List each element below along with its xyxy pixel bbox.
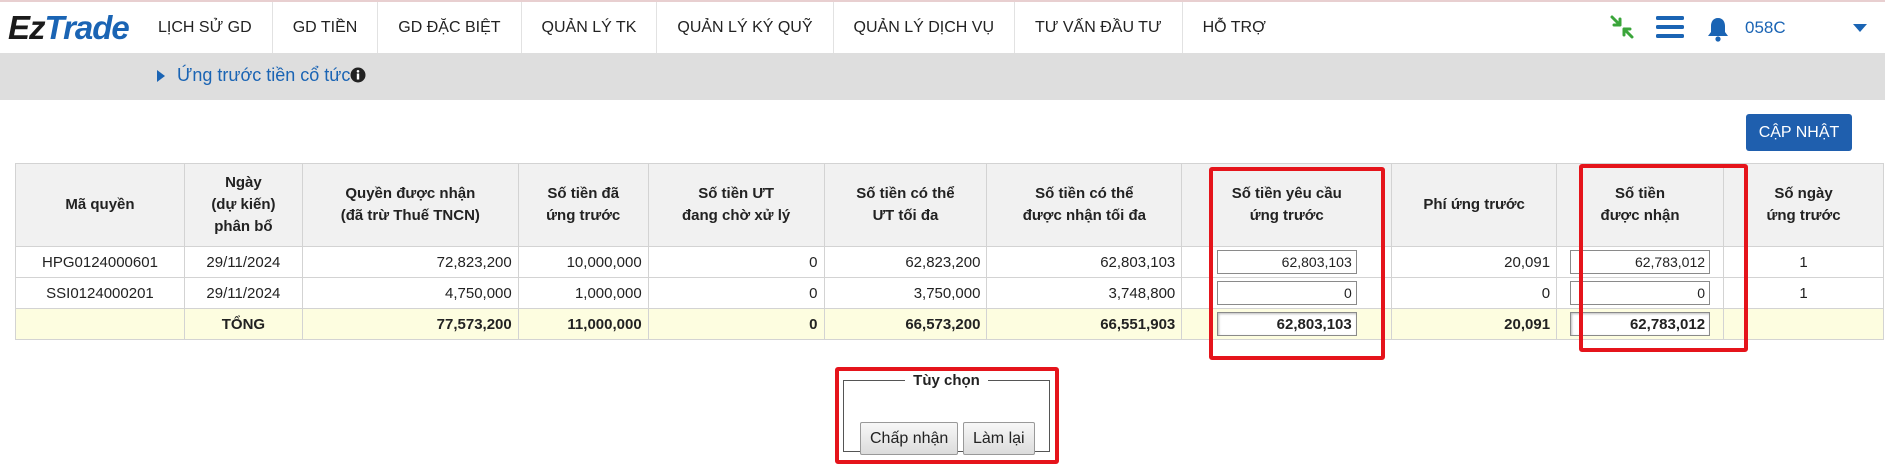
- request-amount-input[interactable]: [1216, 281, 1357, 305]
- col-header-request-amount[interactable]: Số tiền yêu cầu ứng trước: [1181, 163, 1393, 247]
- dividend-advance-table: Mã quyền Ngày (dự kiến) phân bổ Quyền được…: [15, 163, 1884, 340]
- cell-allocation-date: 29/11/2024: [183, 277, 303, 309]
- cell-advance-fee: 0: [1391, 277, 1558, 309]
- nav-item-account-management[interactable]: QUẢN LÝ TK: [522, 2, 658, 53]
- col-header-advanced-amount[interactable]: Số tiền đã ứng trước: [517, 163, 649, 247]
- cell-advanced-amount: 10,000,000: [517, 246, 649, 278]
- col-header-pending-amount[interactable]: Số tiền ƯT đang chờ xử lý: [647, 163, 825, 247]
- total-received-input: [1570, 312, 1711, 336]
- cell-total-label: TỔNG: [183, 308, 303, 340]
- table-row[interactable]: HPG0124000601 29/11/2024 72,823,200 10,0…: [15, 246, 1884, 278]
- logo-part-trade: Trade: [44, 9, 130, 46]
- col-header-max-receivable[interactable]: Số tiền có thể được nhận tối đa: [986, 163, 1183, 247]
- cell-total-fee: 20,091: [1391, 308, 1558, 340]
- cell-advance-days: 1: [1723, 246, 1884, 278]
- total-row: TỔNG 77,573,200 11,000,000 0 66,573,200 …: [15, 308, 1884, 340]
- cell-pending-amount: 0: [647, 246, 825, 278]
- cell-entitled-amount: 4,750,000: [301, 277, 519, 309]
- cell-max-receivable: 62,803,103: [986, 246, 1183, 278]
- collapse-arrows-icon[interactable]: [1609, 14, 1635, 45]
- update-button[interactable]: CẬP NHẬT: [1746, 114, 1852, 151]
- cell-max-receivable: 3,748,800: [986, 277, 1183, 309]
- options-legend: Tùy chọn: [913, 372, 980, 389]
- col-header-advance-fee[interactable]: Phí ứng trước: [1391, 163, 1558, 247]
- cell-total-max-receivable: 66,551,903: [986, 308, 1183, 340]
- table-row[interactable]: SSI0124000201 29/11/2024 4,750,000 1,000…: [15, 277, 1884, 309]
- col-header-entitled-amount[interactable]: Quyền được nhận (đã trừ Thuế TNCN): [301, 163, 519, 247]
- nav-item-investment-advisory[interactable]: TƯ VẤN ĐẦU TƯ: [1015, 2, 1183, 53]
- cell-total-max-advance: 66,573,200: [823, 308, 988, 340]
- received-amount-input[interactable]: [1570, 250, 1711, 274]
- cell-empty: [15, 308, 185, 340]
- cell-request-amount: [1181, 246, 1393, 278]
- nav-item-margin-management[interactable]: QUẢN LÝ KÝ QUỸ: [657, 2, 834, 53]
- col-header-max-advance[interactable]: Số tiền có thể ƯT tối đa: [823, 163, 988, 247]
- received-amount-input[interactable]: [1570, 281, 1711, 305]
- main-menu: LỊCH SỬ GD GD TIỀN GD ĐẶC BIỆT QUẢN LÝ T…: [138, 2, 1286, 53]
- nav-item-trade-history[interactable]: LỊCH SỬ GD: [138, 2, 273, 53]
- col-header-right-code[interactable]: Mã quyền: [15, 163, 185, 247]
- section-header-bar: Ứng trước tiền cổ tức: [0, 53, 1885, 100]
- page-title[interactable]: Ứng trước tiền cổ tức: [177, 65, 350, 86]
- cell-request-amount: [1181, 277, 1393, 309]
- account-number[interactable]: 058C: [1745, 2, 1786, 53]
- nav-item-support[interactable]: HỖ TRỢ: [1183, 2, 1286, 53]
- expand-arrow-icon[interactable]: [157, 70, 165, 82]
- cell-entitled-amount: 72,823,200: [301, 246, 519, 278]
- cell-advance-fee: 20,091: [1391, 246, 1558, 278]
- cell-received-amount: [1556, 246, 1725, 278]
- request-amount-input[interactable]: [1216, 250, 1357, 274]
- options-fieldset: Tùy chọn Chấp nhận Làm lại: [843, 372, 1050, 455]
- top-navigation-bar: EzTrade LỊCH SỬ GD GD TIỀN GD ĐẶC BIỆT Q…: [0, 0, 1885, 53]
- total-request-input: [1216, 312, 1357, 336]
- cell-total-pending: 0: [647, 308, 825, 340]
- nav-item-service-management[interactable]: QUẢN LÝ DỊCH VỤ: [834, 2, 1015, 53]
- cell-pending-amount: 0: [647, 277, 825, 309]
- eztrade-logo[interactable]: EzTrade: [8, 8, 130, 48]
- cell-max-advance: 3,750,000: [823, 277, 988, 309]
- reset-button[interactable]: Làm lại: [963, 422, 1035, 455]
- logo-part-ez: Ez: [8, 9, 46, 46]
- top-right-controls: 058C: [1585, 2, 1885, 53]
- cell-total-received: [1556, 308, 1725, 340]
- nav-item-special-transactions[interactable]: GD ĐẶC BIỆT: [378, 2, 522, 53]
- bell-icon[interactable]: [1706, 16, 1730, 47]
- accept-button[interactable]: Chấp nhận: [860, 422, 959, 455]
- col-header-advance-days[interactable]: Số ngày ứng trước: [1723, 163, 1884, 247]
- col-header-received-amount[interactable]: Số tiền được nhận: [1556, 163, 1725, 247]
- account-dropdown-caret-icon[interactable]: [1853, 24, 1867, 32]
- col-header-allocation-date[interactable]: Ngày (dự kiến) phân bổ: [183, 163, 303, 247]
- cell-received-amount: [1556, 277, 1725, 309]
- cell-advance-days: 1: [1723, 277, 1884, 309]
- cell-allocation-date: 29/11/2024: [183, 246, 303, 278]
- info-icon[interactable]: [350, 67, 366, 88]
- cell-max-advance: 62,823,200: [823, 246, 988, 278]
- nav-item-cash-transactions[interactable]: GD TIỀN: [273, 2, 379, 53]
- cell-total-request: [1181, 308, 1393, 340]
- cell-empty: [1723, 308, 1884, 340]
- menu-icon[interactable]: [1656, 16, 1684, 43]
- cell-right-code: SSI0124000201: [15, 277, 185, 309]
- table-header-row: Mã quyền Ngày (dự kiến) phân bổ Quyền được…: [15, 163, 1884, 247]
- cell-total-entitled: 77,573,200: [301, 308, 519, 340]
- cell-right-code: HPG0124000601: [15, 246, 185, 278]
- cell-total-advanced: 11,000,000: [517, 308, 649, 340]
- cell-advanced-amount: 1,000,000: [517, 277, 649, 309]
